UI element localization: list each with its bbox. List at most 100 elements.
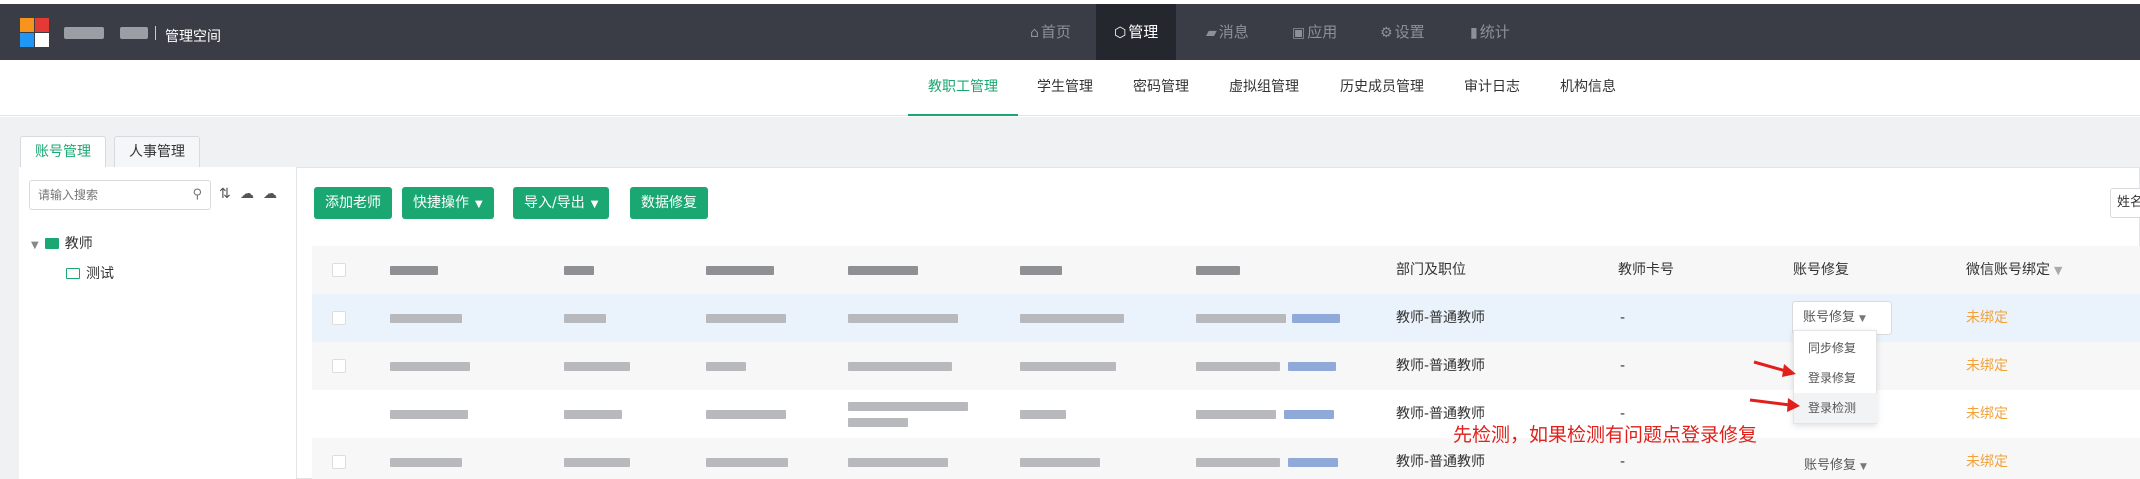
chevron-down-icon: ▼	[1859, 314, 1866, 324]
table-header: 部门及职位 教师卡号 账号修复 微信账号绑定 ▼	[312, 246, 2140, 294]
annotation-arrow-icon	[1753, 360, 1796, 377]
redacted-cell	[1196, 314, 1286, 323]
redacted-header	[1196, 266, 1240, 275]
org-separator	[155, 26, 156, 40]
folder-icon	[44, 238, 59, 249]
annotation-arrow-icon	[1749, 398, 1800, 412]
top-navbar: 管理空间 ⌂ 首页 ⬡ 管理 ▰ 消息 ▣ 应用 ⚙ 设置 ▮ 统计	[0, 4, 2140, 60]
tab-staff[interactable]: 教职工管理	[908, 60, 1018, 116]
search-icon[interactable]: ⚲	[192, 187, 202, 202]
redacted-cell	[564, 362, 630, 371]
header-wechat-label: 微信账号绑定	[1966, 262, 2050, 278]
account-repair-select[interactable]: 账号修复 ▼	[1804, 454, 1867, 473]
data-repair-button[interactable]: 数据修复	[630, 187, 708, 219]
tab-virtual-groups[interactable]: 虚拟组管理	[1209, 60, 1319, 116]
sort-icon[interactable]: ⇅	[219, 186, 231, 202]
import-export-button[interactable]: 导入/导出 ▼	[513, 187, 610, 219]
menu-item-login-check[interactable]: 登录检测	[1794, 393, 1878, 423]
nav-stats[interactable]: ▮ 统计	[1452, 4, 1528, 60]
search-input[interactable]	[30, 181, 180, 209]
account-repair-dropdown: 同步修复 登录修复 登录检测	[1793, 330, 1878, 424]
redacted-cell	[564, 458, 630, 467]
tab-passwords[interactable]: 密码管理	[1113, 60, 1209, 116]
row-checkbox[interactable]	[332, 359, 346, 373]
header-dept: 部门及职位	[1396, 262, 1466, 278]
redacted-header	[706, 266, 774, 275]
tab-hr-management[interactable]: 人事管理	[114, 136, 200, 168]
tab-history-members[interactable]: 历史成员管理	[1320, 60, 1444, 116]
nav-manage[interactable]: ⬡ 管理	[1096, 4, 1177, 60]
tab-students[interactable]: 学生管理	[1017, 60, 1113, 116]
nav-home[interactable]: ⌂ 首页	[1012, 4, 1089, 60]
tree-node-teachers[interactable]: ▼ 教师	[31, 233, 93, 253]
redacted-header	[848, 266, 918, 275]
redacted-cell	[706, 458, 788, 467]
chevron-down-icon: ▼	[475, 199, 483, 210]
redacted-cell	[390, 314, 462, 323]
nav-apps[interactable]: ▣ 应用	[1274, 4, 1355, 60]
tree-node-label: 教师	[64, 236, 93, 252]
import-export-label: 导入/导出	[524, 195, 585, 211]
nav-manage-label: 管理	[1128, 23, 1159, 41]
name-filter-select[interactable]: 姓名	[2110, 188, 2140, 218]
stats-icon: ▮	[1470, 25, 1478, 41]
redacted-cell	[848, 418, 908, 427]
nav-stats-label: 统计	[1479, 23, 1510, 41]
table-row[interactable]: 教师-普通教师 - 账号修复 ▼ 未绑定	[312, 438, 2140, 479]
redacted-cell	[1284, 410, 1334, 419]
select-all-checkbox[interactable]	[332, 263, 346, 277]
tab-account-management[interactable]: 账号管理	[20, 136, 106, 168]
redacted-cell	[1292, 314, 1340, 323]
redacted-cell	[848, 362, 952, 371]
wechat-status: 未绑定	[1966, 406, 2008, 422]
redacted-cell	[1020, 458, 1100, 467]
chevron-down-icon: ▼	[1860, 462, 1867, 472]
redacted-cell	[1196, 410, 1276, 419]
folder-outline-icon	[66, 268, 80, 279]
wechat-status: 未绑定	[1966, 310, 2008, 326]
redacted-cell	[848, 458, 948, 467]
nav-apps-label: 应用	[1307, 23, 1338, 41]
filter-icon[interactable]: ▼	[2054, 247, 2062, 295]
redacted-cell	[1020, 314, 1124, 323]
header-repair: 账号修复	[1793, 262, 1849, 278]
redacted-cell	[564, 410, 622, 419]
app-root: 管理空间 ⌂ 首页 ⬡ 管理 ▰ 消息 ▣ 应用 ⚙ 设置 ▮ 统计 教职工管理 学生管理 …	[0, 0, 2140, 479]
dept-cell: 教师-普通教师	[1396, 310, 1486, 326]
tab-org-info[interactable]: 机构信息	[1540, 60, 1636, 116]
quick-ops-button[interactable]: 快捷操作 ▼	[402, 187, 494, 219]
org-tree-panel	[19, 167, 297, 479]
redacted-cell	[1196, 458, 1280, 467]
caret-down-icon[interactable]: ▼	[31, 240, 39, 251]
nav-messages-label: 消息	[1218, 23, 1249, 41]
app-icon: ▣	[1292, 25, 1306, 41]
logo-icon	[20, 18, 50, 48]
redacted-cell	[1196, 362, 1280, 371]
redacted-cell	[1288, 362, 1336, 371]
redacted-cell	[706, 362, 746, 371]
nav-messages[interactable]: ▰ 消息	[1188, 4, 1267, 60]
redacted-cell	[1020, 362, 1116, 371]
tree-node-label: 测试	[86, 266, 114, 282]
header-wechat: 微信账号绑定 ▼	[1966, 246, 2062, 294]
redacted-cell	[564, 314, 606, 323]
add-teacher-button[interactable]: 添加老师	[314, 187, 392, 219]
gear-icon: ⚙	[1380, 25, 1393, 41]
account-repair-label: 账号修复	[1804, 458, 1857, 473]
cloud-download-icon[interactable]: ☁	[263, 186, 277, 202]
tree-node-test[interactable]: 测试	[66, 263, 114, 283]
row-checkbox[interactable]	[332, 311, 346, 325]
account-repair-label: 账号修复	[1803, 310, 1856, 325]
redacted-cell	[390, 410, 468, 419]
tree-search[interactable]: ⚲	[29, 180, 211, 210]
redacted-cell	[1020, 410, 1066, 419]
row-checkbox[interactable]	[332, 455, 346, 469]
nav-settings[interactable]: ⚙ 设置	[1362, 4, 1443, 60]
org-name-redacted	[64, 27, 104, 39]
wechat-status: 未绑定	[1966, 358, 2008, 374]
menu-item-sync-repair[interactable]: 同步修复	[1794, 333, 1878, 363]
tab-audit-log[interactable]: 审计日志	[1444, 60, 1540, 116]
menu-item-login-repair[interactable]: 登录修复	[1794, 363, 1878, 393]
header-card: 教师卡号	[1618, 262, 1674, 278]
cloud-upload-icon[interactable]: ☁	[240, 186, 254, 202]
